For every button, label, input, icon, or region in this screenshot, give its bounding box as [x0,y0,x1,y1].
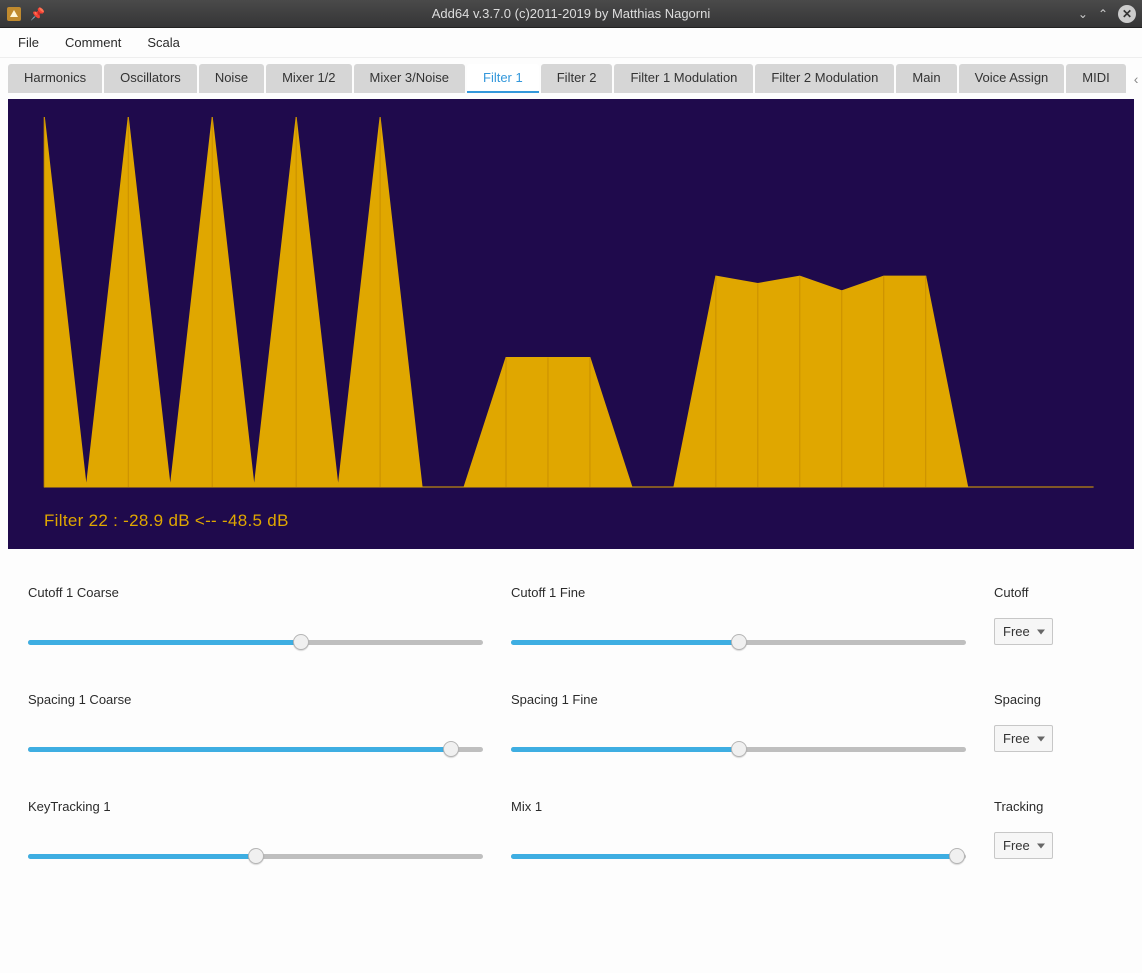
tabs-scroll-left-icon[interactable]: ‹ [1132,71,1141,87]
mix-1-slider-fill [511,854,957,859]
tracking-mode-select[interactable]: Free [994,832,1053,859]
spacing-1-fine-slider-label: Spacing 1 Fine [511,692,966,707]
tab-filter-1[interactable]: Filter 1 [467,64,539,93]
tab-oscillators[interactable]: Oscillators [104,64,197,93]
filter-visualization[interactable]: Filter 22 : -28.9 dB <-- -48.5 dB [8,99,1134,549]
cutoff-1-fine-slider-thumb[interactable] [731,634,747,650]
cutoff-mode-label: Cutoff [994,585,1028,600]
keytracking-1-slider-thumb[interactable] [248,848,264,864]
cutoff-1-coarse-slider-thumb[interactable] [293,634,309,650]
spacing-1-coarse-slider-fill [28,747,451,752]
spacing-1-fine-slider[interactable] [511,739,966,759]
mix-1-slider[interactable] [511,846,966,866]
keytracking-1-slider[interactable] [28,846,483,866]
tab-filter-2-modulation[interactable]: Filter 2 Modulation [755,64,894,93]
menu-file[interactable]: File [8,31,49,54]
keytracking-1-slider-fill [28,854,256,859]
app-icon [6,6,22,22]
tab-midi[interactable]: MIDI [1066,64,1125,93]
spacing-mode-select[interactable]: Free [994,725,1053,752]
cutoff-1-fine-slider-fill [511,640,739,645]
spacing-1-fine-slider-fill [511,747,739,752]
keytracking-1-slider-label: KeyTracking 1 [28,799,483,814]
cutoff-1-fine-slider[interactable] [511,632,966,652]
filter-graph [26,117,1116,531]
spacing-mode-label: Spacing [994,692,1041,707]
menu-scala[interactable]: Scala [137,31,190,54]
window-button-up-icon[interactable]: ⌃ [1098,7,1108,21]
cutoff-mode-select[interactable]: Free [994,618,1053,645]
cutoff-1-coarse-slider-fill [28,640,301,645]
close-icon[interactable]: ✕ [1118,5,1136,23]
tab-filter-2[interactable]: Filter 2 [541,64,613,93]
tab-mixer-1-2[interactable]: Mixer 1/2 [266,64,351,93]
tab-noise[interactable]: Noise [199,64,264,93]
spacing-1-coarse-slider-thumb[interactable] [443,741,459,757]
mix-1-slider-label: Mix 1 [511,799,966,814]
filter-response-shape [44,117,1093,487]
tab-row: Harmonics Oscillators Noise Mixer 1/2 Mi… [0,58,1142,93]
tab-filter-1-modulation[interactable]: Filter 1 Modulation [614,64,753,93]
tab-voice-assign[interactable]: Voice Assign [959,64,1065,93]
window-titlebar: 📌 Add64 v.3.7.0 (c)2011-2019 by Matthias… [0,0,1142,28]
cutoff-1-coarse-slider[interactable] [28,632,483,652]
filter-status-text: Filter 22 : -28.9 dB <-- -48.5 dB [44,511,289,531]
window-title: Add64 v.3.7.0 (c)2011-2019 by Matthias N… [432,6,710,21]
pin-icon[interactable]: 📌 [30,7,45,21]
spacing-1-coarse-slider[interactable] [28,739,483,759]
tab-harmonics[interactable]: Harmonics [8,64,102,93]
menubar: File Comment Scala [0,28,1142,58]
controls-grid: Cutoff 1 Coarse Cutoff 1 Fine Cutoff Free Sp… [8,549,1134,866]
tab-main[interactable]: Main [896,64,956,93]
cutoff-1-fine-slider-label: Cutoff 1 Fine [511,585,966,600]
tab-mixer-3-noise[interactable]: Mixer 3/Noise [354,64,465,93]
mix-1-slider-thumb[interactable] [949,848,965,864]
window-button-down-icon[interactable]: ⌄ [1078,7,1088,21]
tracking-mode-label: Tracking [994,799,1043,814]
spacing-1-fine-slider-thumb[interactable] [731,741,747,757]
spacing-1-coarse-slider-label: Spacing 1 Coarse [28,692,483,707]
cutoff-1-coarse-slider-label: Cutoff 1 Coarse [28,585,483,600]
menu-comment[interactable]: Comment [55,31,131,54]
